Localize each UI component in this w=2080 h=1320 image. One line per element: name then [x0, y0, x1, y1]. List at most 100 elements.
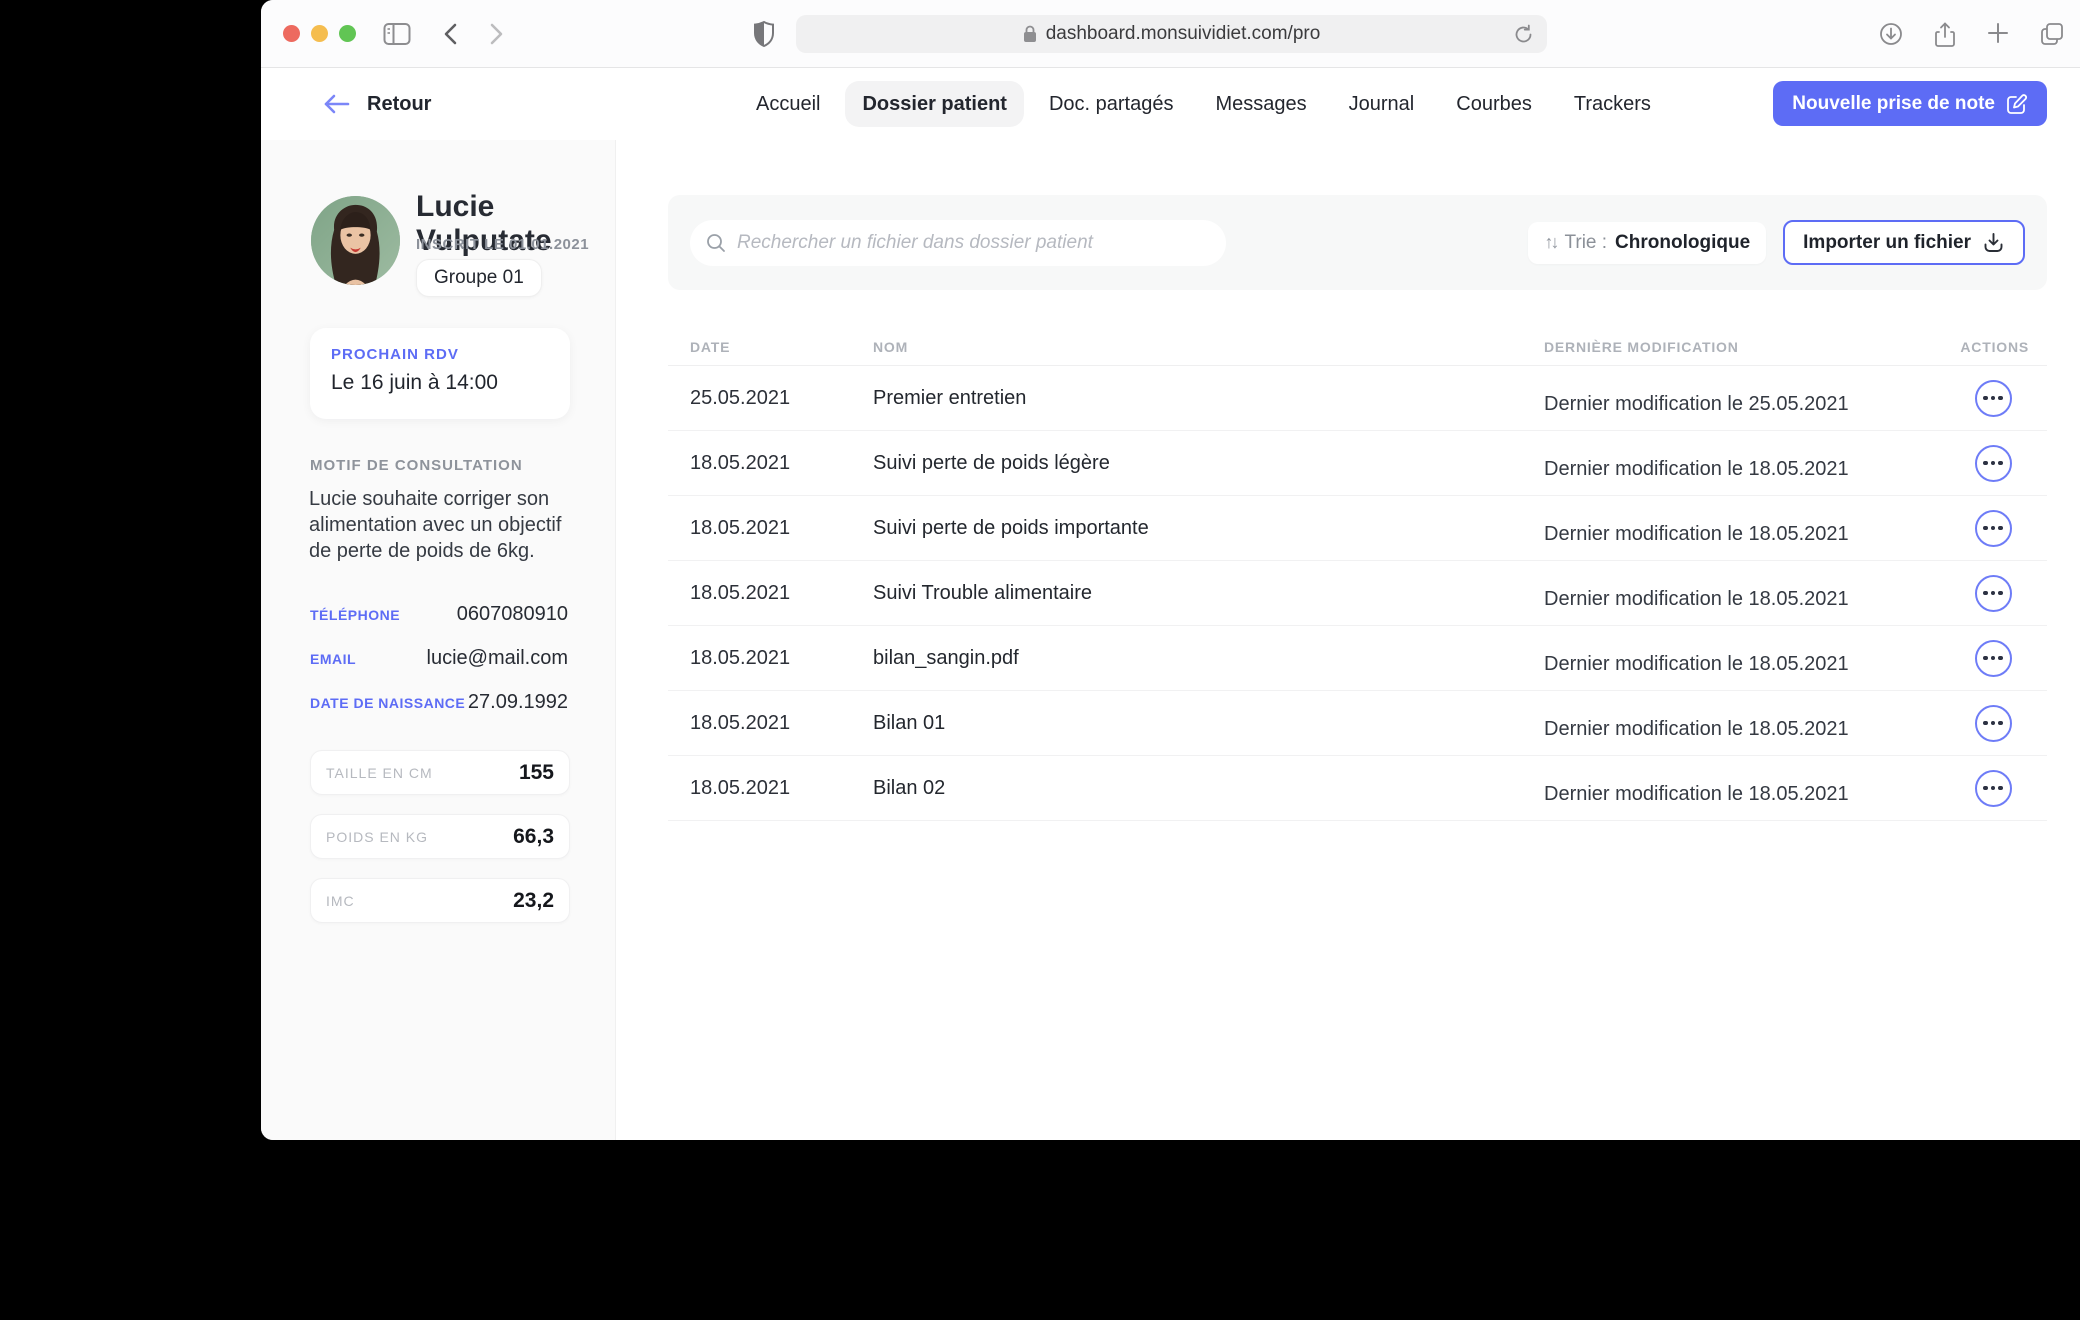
height-label: TAILLE EN CM: [326, 764, 433, 781]
row-actions-button[interactable]: [1974, 639, 2012, 677]
import-download-icon: [1984, 233, 2003, 252]
file-table: DATE NOM DERNIÈRE MODIFICATION ACTIONS 2…: [668, 328, 2047, 821]
app-header: Retour Accueil Dossier patient Doc. part…: [261, 68, 2080, 140]
row-actions-button[interactable]: [1974, 574, 2012, 612]
files-panel: ↑↓ Trie : Chronologique Importer un fich…: [616, 140, 2080, 1140]
tabs-overview-icon[interactable]: [2040, 22, 2064, 48]
table-header: DATE NOM DERNIÈRE MODIFICATION ACTIONS: [668, 328, 2047, 366]
tab-trackers[interactable]: Trackers: [1557, 81, 1668, 127]
sort-prefix: Trie :: [1564, 231, 1608, 253]
birthdate-row: DATE DE NAISSANCE 27.09.1992: [310, 691, 568, 714]
weight-value: 66,3: [513, 824, 554, 848]
next-appointment-label: PROCHAIN RDV: [331, 346, 459, 363]
col-actions: ACTIONS: [1960, 338, 2029, 355]
bmi-stat: IMC 23,2: [310, 878, 570, 923]
phone-value: 0607080910: [456, 603, 568, 625]
reload-icon[interactable]: [1513, 24, 1534, 45]
new-tab-icon[interactable]: [1987, 22, 2009, 48]
edit-note-icon: [2007, 93, 2027, 114]
file-date: 18.05.2021: [690, 451, 791, 474]
minimize-window-button[interactable]: [311, 25, 328, 42]
next-appointment-card: PROCHAIN RDV Le 16 juin à 14:00: [310, 328, 570, 419]
col-date: DATE: [690, 338, 731, 355]
consultation-reason-label: MOTIF DE CONSULTATION: [310, 457, 523, 474]
main-nav: Accueil Dossier patient Doc. partagés Me…: [739, 81, 1668, 127]
file-modified: Dernier modification le 25.05.2021: [1544, 392, 1849, 415]
tab-messages[interactable]: Messages: [1198, 81, 1323, 127]
table-row[interactable]: 25.05.2021 Premier entretien Dernier mod…: [668, 366, 2047, 431]
row-actions-button[interactable]: [1974, 704, 2012, 742]
forward-icon[interactable]: [489, 22, 504, 46]
table-row[interactable]: 18.05.2021 Bilan 01 Dernier modification…: [668, 691, 2047, 756]
file-date: 18.05.2021: [690, 516, 791, 539]
tab-accueil[interactable]: Accueil: [739, 81, 837, 127]
toolbar-right-icons: [1879, 22, 2064, 48]
file-date: 18.05.2021: [690, 776, 791, 799]
phone-row: TÉLÉPHONE 0607080910: [310, 603, 568, 626]
bmi-label: IMC: [326, 892, 355, 909]
file-modified: Dernier modification le 18.05.2021: [1544, 717, 1849, 740]
file-date: 25.05.2021: [690, 386, 791, 409]
downloads-icon[interactable]: [1879, 22, 1903, 48]
zoom-window-button[interactable]: [339, 25, 356, 42]
row-actions-button[interactable]: [1974, 444, 2012, 482]
lock-icon: [1023, 25, 1037, 43]
file-name: Premier entretien: [873, 386, 1027, 409]
file-name: Suivi Trouble alimentaire: [873, 581, 1092, 604]
row-actions-button[interactable]: [1974, 769, 2012, 807]
sort-value: Chronologique: [1615, 231, 1751, 253]
address-bar[interactable]: dashboard.monsuividiet.com/pro: [796, 15, 1547, 53]
bmi-value: 23,2: [513, 888, 554, 912]
table-row[interactable]: 18.05.2021 Suivi perte de poids légère D…: [668, 431, 2047, 496]
url-text: dashboard.monsuividiet.com/pro: [1045, 23, 1321, 44]
sort-control[interactable]: ↑↓ Trie : Chronologique: [1528, 221, 1767, 264]
file-modified: Dernier modification le 18.05.2021: [1544, 457, 1849, 480]
file-modified: Dernier modification le 18.05.2021: [1544, 782, 1849, 805]
table-row[interactable]: 18.05.2021 Suivi Trouble alimentaire Der…: [668, 561, 2047, 626]
sort-arrows-icon: ↑↓: [1544, 232, 1559, 252]
birthdate-value: 27.09.1992: [467, 691, 568, 713]
file-name: Bilan 02: [873, 776, 946, 799]
height-stat: TAILLE EN CM 155: [310, 750, 570, 795]
search-icon: [706, 233, 726, 253]
row-actions-button[interactable]: [1974, 379, 2012, 417]
back-icon[interactable]: [443, 22, 458, 46]
avatar: [311, 196, 400, 285]
weight-stat: POIDS EN KG 66,3: [310, 814, 570, 859]
table-row[interactable]: 18.05.2021 bilan_sangin.pdf Dernier modi…: [668, 626, 2047, 691]
back-button[interactable]: Retour: [323, 68, 431, 140]
back-arrow-icon: [323, 94, 350, 114]
new-note-button[interactable]: Nouvelle prise de note: [1773, 81, 2047, 126]
tab-courbes[interactable]: Courbes: [1439, 81, 1549, 127]
next-appointment-value: Le 16 juin à 14:00: [331, 371, 498, 394]
col-name: NOM: [873, 338, 909, 355]
file-name: Suivi perte de poids importante: [873, 516, 1149, 539]
file-name: Bilan 01: [873, 711, 946, 734]
sidebar-toggle-icon[interactable]: [383, 22, 411, 46]
search-input[interactable]: [690, 219, 1226, 266]
import-file-button[interactable]: Importer un fichier: [1783, 220, 2025, 265]
patient-registered: INSCRIT LE 01.01.2021: [416, 236, 590, 253]
close-window-button[interactable]: [283, 25, 300, 42]
share-icon[interactable]: [1934, 22, 1956, 48]
shield-icon[interactable]: [753, 20, 775, 48]
tab-dossier-patient[interactable]: Dossier patient: [845, 81, 1024, 127]
file-name: Suivi perte de poids légère: [873, 451, 1110, 474]
traffic-lights: [283, 25, 356, 42]
file-date: 18.05.2021: [690, 581, 791, 604]
weight-label: POIDS EN KG: [326, 828, 429, 845]
phone-label: TÉLÉPHONE: [310, 607, 401, 623]
import-file-label: Importer un fichier: [1803, 231, 1971, 253]
row-actions-button[interactable]: [1974, 509, 2012, 547]
tab-journal[interactable]: Journal: [1332, 81, 1432, 127]
file-modified: Dernier modification le 18.05.2021: [1544, 652, 1849, 675]
email-value: lucie@mail.com: [426, 647, 568, 669]
table-row[interactable]: 18.05.2021 Bilan 02 Dernier modification…: [668, 756, 2047, 821]
tab-doc-partages[interactable]: Doc. partagés: [1032, 81, 1191, 127]
file-date: 18.05.2021: [690, 711, 791, 734]
table-row[interactable]: 18.05.2021 Suivi perte de poids importan…: [668, 496, 2047, 561]
email-row: EMAIL lucie@mail.com: [310, 647, 568, 670]
new-note-label: Nouvelle prise de note: [1792, 92, 1995, 114]
birthdate-label: DATE DE NAISSANCE: [310, 695, 466, 711]
back-label: Retour: [367, 92, 432, 115]
